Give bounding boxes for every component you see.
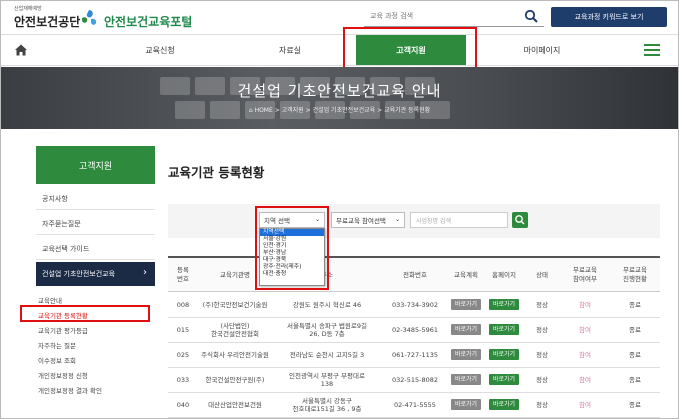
screenshot-border xyxy=(0,0,679,419)
